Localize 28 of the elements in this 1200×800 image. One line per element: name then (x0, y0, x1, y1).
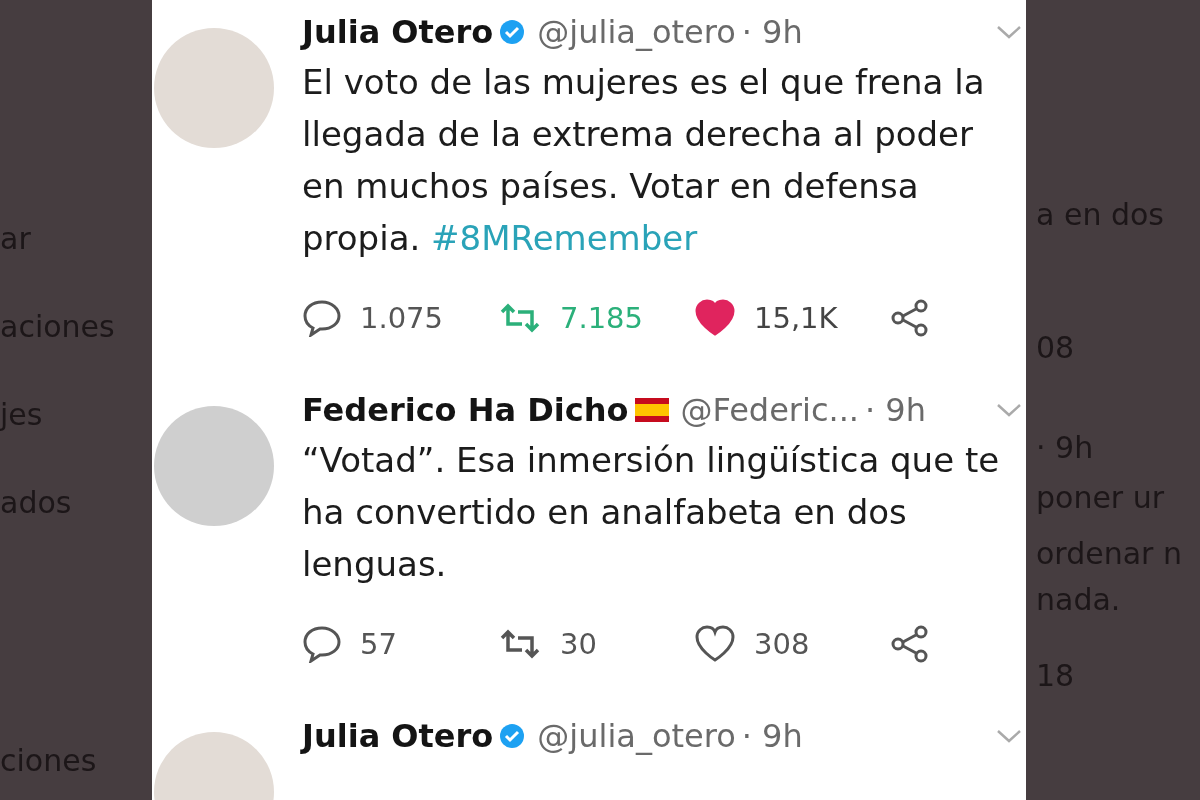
tweet-text: “Votad”. Esa inmersión lingüística que te ha convertido en analfabeta en dos lenguas. (302, 439, 1001, 586)
tweet-text: El voto de las mujeres es el que frena la llegada de la extrema derecha al poder en muchos países. Votar en defensa propia. #8MRemember (302, 61, 986, 260)
tweet-time: · 9h (741, 13, 803, 51)
author-handle: @julia_otero (537, 13, 736, 51)
like-count: 308 (754, 627, 810, 661)
reply-icon[interactable] (302, 299, 342, 337)
author-handle: @Federic... (680, 391, 859, 429)
like-count: 15,1K (754, 301, 838, 335)
retweet-count: 7.185 (560, 301, 644, 335)
share-icon[interactable] (890, 625, 930, 663)
heart-icon[interactable] (694, 625, 736, 663)
author-name: Julia Otero (302, 717, 494, 755)
author-name: Julia Otero (302, 13, 494, 51)
reply-count: 57 (360, 627, 397, 661)
tweet-time: · 9h (741, 717, 803, 755)
author-handle: @julia_otero (537, 717, 736, 755)
flag-icon (634, 398, 669, 422)
hashtag-link[interactable]: #8MRemember (431, 218, 698, 258)
retweet-icon[interactable] (498, 629, 542, 659)
verified-badge-icon (499, 19, 526, 45)
verified-badge-icon (499, 723, 526, 749)
heart-icon[interactable] (694, 299, 736, 337)
share-icon[interactable] (890, 299, 930, 337)
reply-count: 1.075 (360, 301, 444, 335)
reply-icon[interactable] (302, 625, 342, 663)
retweet-count: 30 (560, 627, 597, 661)
author-name: Federico Ha Dicho (302, 391, 629, 429)
tweet-time: · 9h (865, 391, 926, 429)
